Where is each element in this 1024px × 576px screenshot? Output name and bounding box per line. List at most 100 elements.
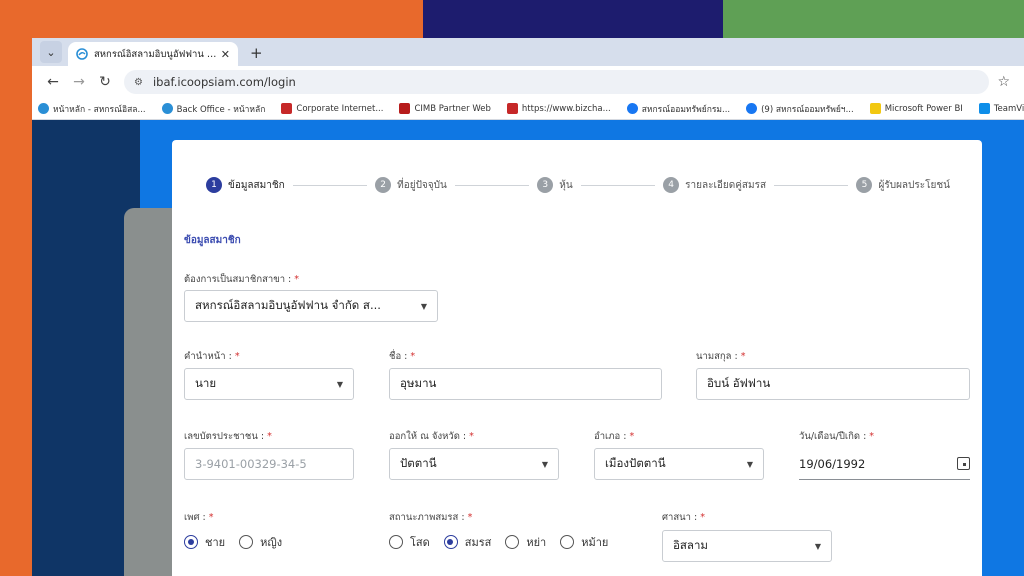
step-number: 5 [856, 177, 873, 193]
bookmark-item[interactable]: สหกรณ์ออมทรัพย์กรม... [626, 102, 731, 116]
branch-select[interactable]: สหกรณ์อิสลามอิบนูอัฟฟาน จำกัด ส... ▼ [184, 290, 438, 322]
prefix-value: นาย [195, 376, 217, 390]
calendar-icon[interactable] [957, 457, 970, 470]
forward-icon[interactable]: → [66, 74, 92, 90]
bookmark-label: Corporate Internet... [296, 103, 384, 114]
radio-label: หม้าย [581, 536, 609, 549]
step-label: รายละเอียดคู่สมรส [685, 179, 767, 191]
first-name-field[interactable]: อุษมาน [389, 368, 662, 400]
coop-logo-icon [38, 103, 49, 114]
browser-window: ⌄ สหกรณ์อิสลามอิบนูอัฟฟาน จำกัด ✕ + ← → … [32, 38, 1024, 576]
background-navy [423, 0, 723, 38]
bookmark-item[interactable]: Corporate Internet... [281, 103, 383, 114]
background-green [723, 0, 1024, 38]
section-title: ข้อมูลสมาชิก [184, 235, 241, 246]
issue-province-label: ออกให้ ณ จังหวัด : * [389, 431, 474, 442]
radio-label: หญิง [260, 536, 283, 549]
bookmark-label: หน้าหลัก - สหกรณ์อิสล... [53, 104, 146, 115]
stepper: 1 ข้อมูลสมาชิก 2 ที่อยู่ปัจจุบัน 3 หุ้น 4 รายละ… [206, 174, 950, 196]
issue-province-value: ปัตตานี [400, 456, 437, 470]
marital-option[interactable]: หย่า [505, 533, 546, 551]
registration-card: 1 ข้อมูลสมาชิก 2 ที่อยู่ปัจจุบัน 3 หุ้น 4 รายละ… [172, 140, 982, 576]
radio-button[interactable] [239, 535, 254, 549]
browser-tab[interactable]: สหกรณ์อิสลามอิบนูอัฟฟาน จำกัด ✕ [68, 42, 238, 66]
bookmark-item[interactable]: Back Office - หน้าหลัก [161, 102, 266, 116]
id-card-field[interactable]: 3-9401-00329-34-5 [184, 448, 354, 480]
radio-button[interactable] [184, 535, 198, 549]
last-name-field[interactable]: อิบน์ อัฟฟาน [696, 368, 970, 400]
site-info-icon[interactable]: ⚙ [134, 77, 143, 88]
radio-label: หย่า [526, 536, 547, 549]
marital-radio-group: โสด สมรส หย่า หม้าย [389, 533, 622, 551]
bookmark-item[interactable]: CIMB Partner Web [399, 103, 491, 114]
marital-option[interactable]: หม้าย [560, 533, 608, 551]
radio-label: โสด [410, 536, 430, 549]
powerbi-icon [869, 103, 881, 114]
gender-option[interactable]: หญิง [239, 533, 282, 551]
gender-option[interactable]: ชาย [184, 533, 225, 551]
bookmark-label: https://www.bizcha... [521, 103, 611, 114]
religion-select[interactable]: อิสลาม ▼ [662, 530, 832, 562]
birth-date-label: วัน/เดือน/ปีเกิด : * [799, 431, 875, 442]
step-connector [774, 184, 849, 186]
marital-option[interactable]: โสด [389, 533, 430, 551]
radio-button[interactable] [389, 535, 403, 549]
reload-icon[interactable]: ↻ [92, 74, 118, 90]
prefix-label: คำนำหน้า : * [184, 351, 240, 362]
bank-icon [506, 103, 518, 114]
radio-label: สมรส [464, 536, 492, 549]
bank-icon [281, 103, 293, 114]
radio-button[interactable] [505, 535, 520, 549]
district-select[interactable]: เมืองปัตตานี ▼ [594, 448, 764, 480]
url-input[interactable]: ⚙ ibaf.icoopsiam.com/login [124, 70, 990, 94]
step-4[interactable]: 4 รายละเอียดคู่สมรส [663, 177, 766, 193]
url-text: ibaf.icoopsiam.com/login [152, 75, 296, 89]
step-label: หุ้น [559, 179, 573, 191]
radio-button[interactable] [443, 535, 458, 549]
background-left [0, 38, 32, 576]
gender-label: เพศ : * [184, 512, 214, 523]
district-value: เมืองปัตตานี [605, 456, 666, 470]
bookmark-item[interactable]: หน้าหลัก - สหกรณ์อิสล... [38, 102, 146, 116]
step-label: ผู้รับผลประโยชน์ [878, 179, 950, 191]
bookmark-label: สหกรณ์ออมทรัพย์กรม... [641, 104, 731, 115]
marital-option[interactable]: สมรส [443, 533, 492, 551]
step-label: ที่อยู่ปัจจุบัน [397, 179, 447, 191]
address-bar: ← → ↻ ⚙ ibaf.icoopsiam.com/login ☆ [32, 66, 1024, 98]
district-label: อำเภอ : * [594, 431, 635, 442]
prefix-select[interactable]: นาย ▼ [184, 368, 354, 400]
facebook-icon [746, 103, 758, 114]
close-tab-icon[interactable]: ✕ [221, 48, 230, 61]
bookmark-label: Microsoft Power BI [884, 103, 963, 114]
coop-logo-icon [161, 103, 173, 114]
issue-province-select[interactable]: ปัตตานี ▼ [389, 448, 559, 480]
bookmark-item[interactable]: https://www.bizcha... [506, 103, 611, 114]
bookmark-item[interactable]: TeamViewer [978, 103, 1024, 114]
bookmark-item[interactable]: Microsoft Power BI [869, 103, 963, 114]
chevron-down-icon: ▼ [541, 459, 548, 469]
step-3[interactable]: 3 หุ้น [537, 177, 573, 193]
step-1[interactable]: 1 ข้อมูลสมาชิก [206, 177, 285, 193]
step-label: ข้อมูลสมาชิก [228, 179, 285, 191]
new-tab-button[interactable]: + [250, 44, 263, 62]
bookmark-item[interactable]: (9) สหกรณ์ออมทรัพย์ฯ... [746, 102, 854, 116]
id-card-label: เลขบัตรประชาชน : * [184, 431, 272, 442]
tab-bar: ⌄ สหกรณ์อิสลามอิบนูอัฟฟาน จำกัด ✕ + [32, 38, 1024, 66]
bookmarks-bar: หน้าหลัก - สหกรณ์อิสล... Back Office - หน… [32, 98, 1024, 120]
radio-button[interactable] [560, 535, 575, 549]
last-name-label: นามสกุล : * [696, 351, 746, 362]
facebook-icon [626, 103, 638, 114]
back-icon[interactable]: ← [40, 74, 66, 90]
step-number: 1 [206, 177, 222, 193]
page-right-background [982, 120, 1024, 576]
bookmark-label: Back Office - หน้าหลัก [176, 104, 266, 115]
teamviewer-icon [978, 103, 990, 114]
step-2[interactable]: 2 ที่อยู่ปัจจุบัน [375, 177, 447, 193]
bookmark-star-icon[interactable]: ☆ [997, 74, 1010, 90]
birth-date-value: 19/06/1992 [799, 456, 866, 471]
step-5[interactable]: 5 ผู้รับผลประโยชน์ [856, 177, 950, 193]
birth-date-field[interactable]: 19/06/1992 [799, 448, 970, 480]
chevron-down-icon: ▼ [336, 379, 343, 389]
step-number: 4 [663, 177, 680, 193]
tab-search-button[interactable]: ⌄ [40, 41, 62, 63]
